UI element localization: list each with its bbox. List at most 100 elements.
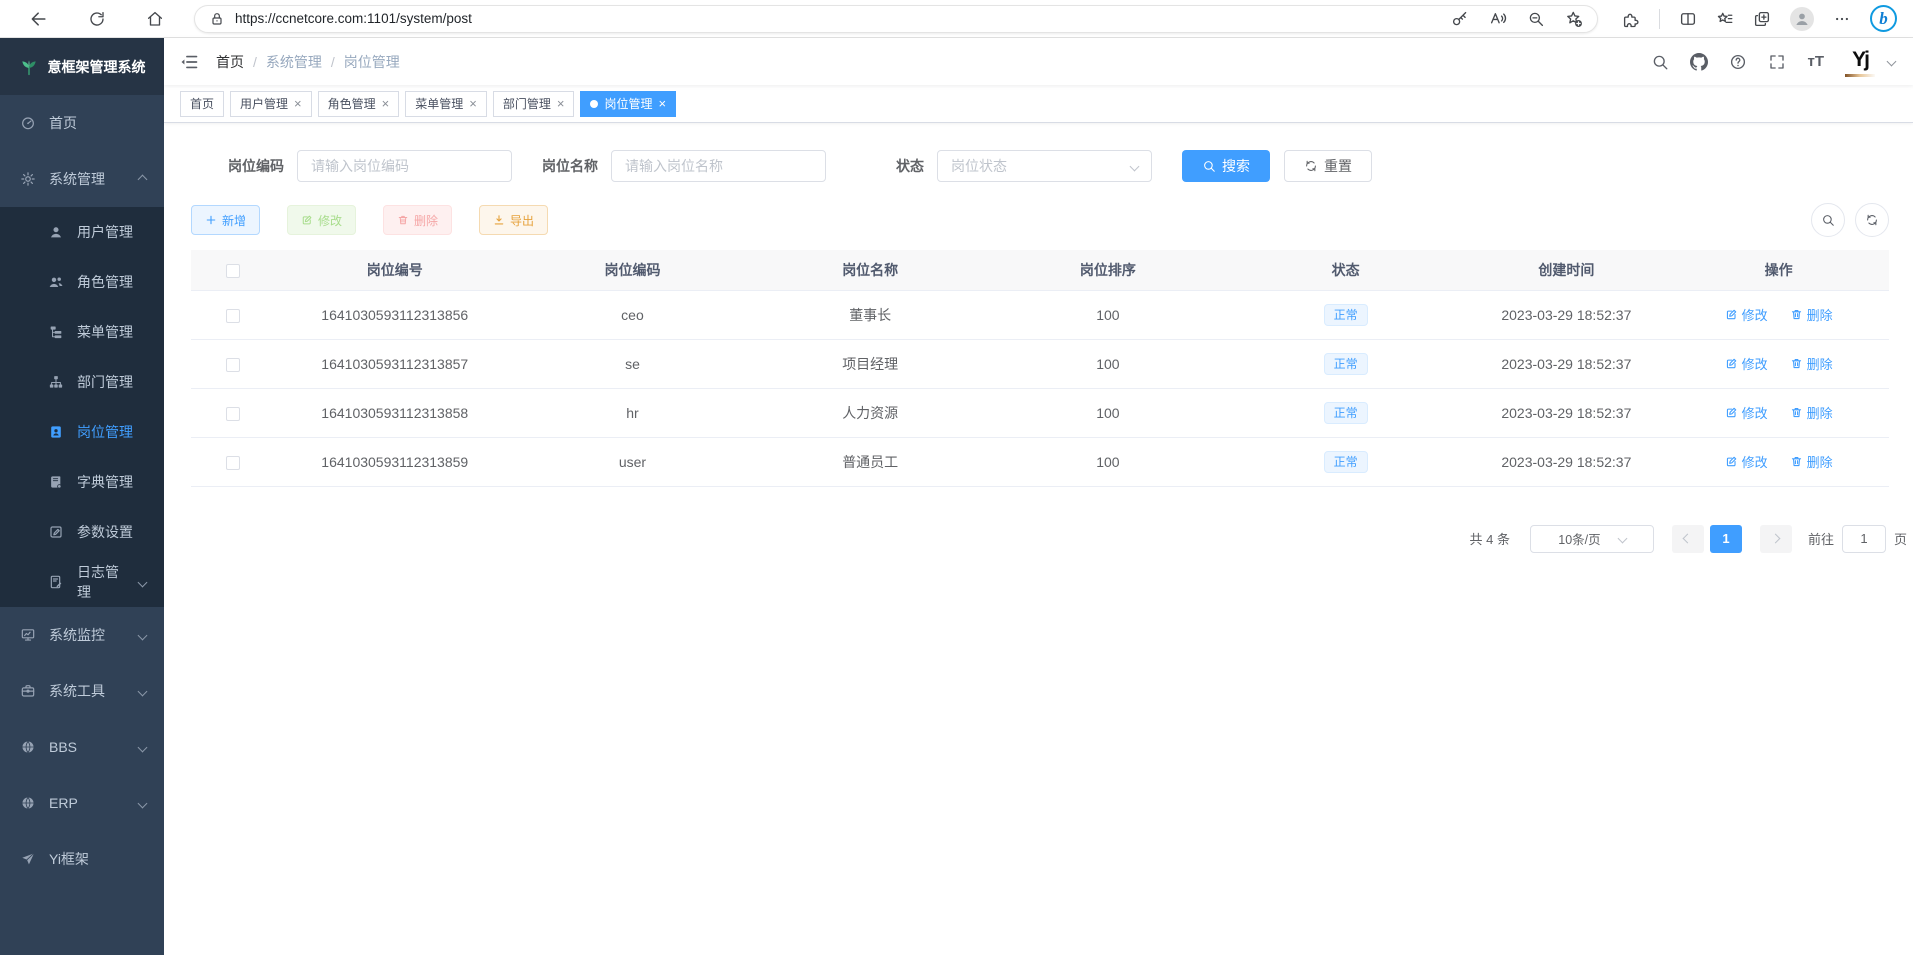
table-row[interactable]: 1641030593112313856 ceo 董事长 100 正常 2023-… [191, 290, 1889, 339]
cell-post-id: 1641030593112313858 [276, 388, 514, 437]
post-code-input[interactable] [297, 150, 512, 182]
sidebar-item-role-mgmt[interactable]: 角色管理 [0, 257, 164, 307]
add-button[interactable]: 新增 [191, 205, 260, 235]
sidebar-item-system-monitor[interactable]: 系统监控 [0, 607, 164, 663]
help-icon[interactable] [1729, 53, 1747, 71]
favorite-add-icon[interactable] [1565, 10, 1583, 28]
sidebar-collapse-icon[interactable] [179, 52, 199, 72]
close-icon[interactable]: × [658, 97, 666, 110]
chevron-right-icon [1771, 534, 1781, 544]
row-checkbox[interactable] [226, 407, 240, 421]
close-icon[interactable]: × [557, 97, 565, 110]
collections-add-icon[interactable] [1753, 10, 1771, 28]
column-header: 岗位编码 [514, 250, 752, 290]
row-delete-link[interactable]: 删除 [1790, 403, 1833, 422]
edit-button-label: 修改 [318, 212, 342, 229]
row-delete-link[interactable]: 删除 [1790, 305, 1833, 324]
chevron-down-icon [138, 798, 148, 808]
home-icon[interactable] [138, 4, 172, 34]
read-aloud-icon[interactable] [1489, 10, 1507, 28]
address-bar[interactable]: https://ccnetcore.com:1101/system/post [194, 5, 1598, 33]
reset-button[interactable]: 重置 [1284, 150, 1372, 182]
close-icon[interactable]: × [382, 97, 390, 110]
url-text[interactable]: https://ccnetcore.com:1101/system/post [235, 11, 1451, 26]
row-checkbox[interactable] [226, 456, 240, 470]
extensions-icon[interactable] [1622, 10, 1640, 28]
user-icon [48, 224, 64, 240]
zoom-out-icon[interactable] [1527, 10, 1545, 28]
tab-label: 用户管理 [240, 95, 288, 112]
split-screen-icon[interactable] [1679, 10, 1697, 28]
total-count: 共 4 条 [1470, 529, 1510, 548]
row-checkbox[interactable] [226, 309, 240, 323]
fullscreen-icon[interactable] [1768, 53, 1786, 71]
sidebar-item-log-mgmt[interactable]: 日志管理 [0, 557, 164, 607]
sidebar-item-post-mgmt[interactable]: 岗位管理 [0, 407, 164, 457]
font-size-icon[interactable]: тT [1807, 53, 1824, 70]
tab-dept-mgmt[interactable]: 部门管理 × [493, 91, 575, 117]
send-icon [20, 851, 36, 867]
sidebar-item-dept-mgmt[interactable]: 部门管理 [0, 357, 164, 407]
sidebar-item-system-tools[interactable]: 系统工具 [0, 663, 164, 719]
goto-page-input[interactable] [1842, 525, 1886, 553]
close-icon[interactable]: × [469, 97, 477, 110]
delete-button[interactable]: 删除 [383, 205, 452, 235]
more-icon[interactable] [1833, 10, 1851, 28]
prev-page-button[interactable] [1672, 525, 1704, 553]
dashboard-icon [20, 115, 36, 131]
search-button[interactable]: 搜索 [1182, 150, 1270, 182]
current-page-button[interactable]: 1 [1710, 525, 1742, 553]
tab-post-mgmt[interactable]: 岗位管理 × [580, 91, 676, 117]
edit-button[interactable]: 修改 [287, 205, 356, 235]
github-icon[interactable] [1690, 53, 1708, 71]
search-icon[interactable] [1651, 53, 1669, 71]
search-toggle-button[interactable] [1811, 203, 1845, 237]
users-icon [48, 274, 64, 290]
sidebar-item-param-settings[interactable]: 参数设置 [0, 507, 164, 557]
refresh-table-button[interactable] [1855, 203, 1889, 237]
page-size-select[interactable]: 10条/页 [1530, 525, 1654, 553]
cell-post-code: user [514, 437, 752, 486]
tab-user-mgmt[interactable]: 用户管理 × [230, 91, 312, 117]
lock-icon[interactable] [209, 11, 225, 27]
sidebar-item-user-mgmt[interactable]: 用户管理 [0, 207, 164, 257]
sidebar-item-yi-framework[interactable]: Yi框架 [0, 831, 164, 887]
close-icon[interactable]: × [294, 97, 302, 110]
status-select[interactable]: 岗位状态 [937, 150, 1152, 182]
cell-created-time: 2023-03-29 18:52:37 [1464, 339, 1668, 388]
tab-menu-mgmt[interactable]: 菜单管理 × [405, 91, 487, 117]
profile-icon[interactable] [1790, 7, 1814, 31]
row-edit-link[interactable]: 修改 [1725, 403, 1768, 422]
export-button[interactable]: 导出 [479, 205, 548, 235]
back-icon[interactable] [22, 4, 56, 34]
row-delete-link[interactable]: 删除 [1790, 354, 1833, 373]
table-row[interactable]: 1641030593112313859 user 普通员工 100 正常 202… [191, 437, 1889, 486]
row-edit-link[interactable]: 修改 [1725, 305, 1768, 324]
sidebar-item-system-mgmt[interactable]: 系统管理 [0, 151, 164, 207]
refresh-icon[interactable] [80, 4, 114, 34]
row-edit-link[interactable]: 修改 [1725, 354, 1768, 373]
sidebar-item-erp[interactable]: ERP [0, 775, 164, 831]
sidebar-item-bbs[interactable]: BBS [0, 719, 164, 775]
sidebar-item-dict-mgmt[interactable]: 字典管理 [0, 457, 164, 507]
select-all-checkbox[interactable] [226, 264, 240, 278]
key-icon[interactable] [1451, 10, 1469, 28]
bing-chat-icon[interactable]: b [1870, 5, 1897, 32]
sidebar-item-home[interactable]: 首页 [0, 95, 164, 151]
row-edit-link[interactable]: 修改 [1725, 452, 1768, 471]
sidebar-item-menu-mgmt[interactable]: 菜单管理 [0, 307, 164, 357]
table-row[interactable]: 1641030593112313857 se 项目经理 100 正常 2023-… [191, 339, 1889, 388]
row-checkbox[interactable] [226, 358, 240, 372]
avatar[interactable]: Yj [1845, 47, 1875, 77]
tab-home[interactable]: 首页 [180, 91, 224, 117]
row-delete-link[interactable]: 删除 [1790, 452, 1833, 471]
org-tree-icon [48, 374, 64, 390]
next-page-button[interactable] [1760, 525, 1792, 553]
tab-role-mgmt[interactable]: 角色管理 × [318, 91, 400, 117]
breadcrumb-home[interactable]: 首页 [216, 52, 244, 72]
post-name-input[interactable] [611, 150, 826, 182]
breadcrumb: 首页 / 系统管理 / 岗位管理 [216, 52, 400, 72]
table-row[interactable]: 1641030593112313858 hr 人力资源 100 正常 2023-… [191, 388, 1889, 437]
favorites-list-icon[interactable] [1716, 10, 1734, 28]
caret-down-icon[interactable] [1887, 57, 1897, 67]
